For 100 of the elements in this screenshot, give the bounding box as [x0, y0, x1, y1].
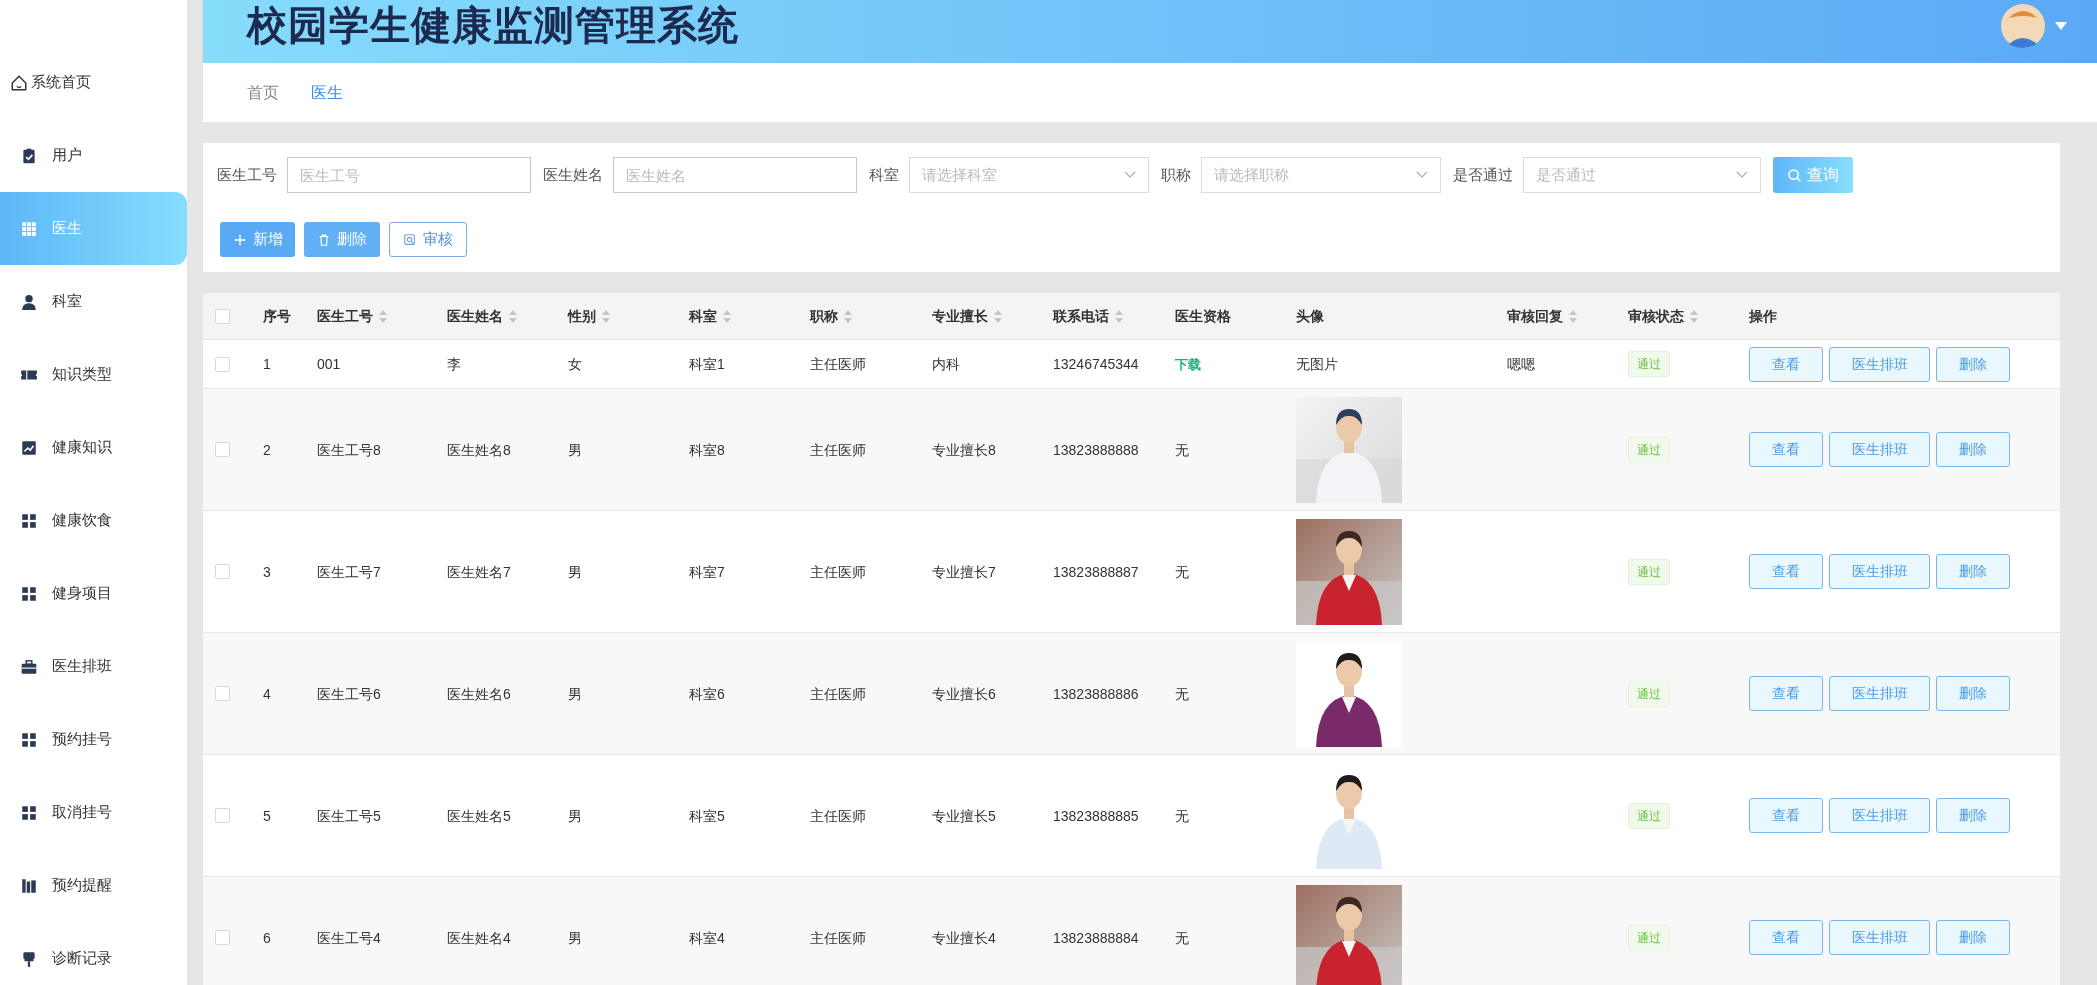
sort-icon[interactable]	[1115, 309, 1123, 323]
sort-icon[interactable]	[1569, 309, 1577, 323]
table-action-button[interactable]: 查看	[1749, 920, 1823, 955]
field-label: 职称	[1161, 164, 1191, 185]
breadcrumb-link[interactable]: 医生	[311, 80, 343, 105]
sort-icon[interactable]	[723, 309, 731, 323]
column-header[interactable]: 职称	[810, 305, 852, 327]
sidebar-item[interactable]: 健康饮食	[0, 484, 187, 557]
caret-icon[interactable]	[2055, 22, 2067, 30]
table-action-button[interactable]: 删除	[1936, 676, 2010, 711]
table-cell: 科室6	[689, 685, 725, 702]
checkbox[interactable]	[215, 930, 230, 945]
table-action-button[interactable]: 查看	[1749, 676, 1823, 711]
sidebar-item[interactable]: 医生	[0, 192, 187, 265]
table-cell: 医生工号5	[317, 807, 381, 824]
column-header[interactable]: 专业擅长	[932, 305, 1002, 327]
checkbox[interactable]	[215, 356, 230, 372]
select-field[interactable]: 是否通过	[1523, 157, 1761, 193]
table-cell: 医生姓名4	[447, 929, 511, 946]
chevron-down-icon	[1416, 171, 1428, 179]
checkbox[interactable]	[215, 308, 230, 324]
column-header[interactable]: 科室	[689, 305, 731, 327]
delete-button[interactable]: 删除	[304, 222, 380, 257]
table-action-button[interactable]: 删除	[1936, 798, 2010, 833]
table-action-button[interactable]: 查看	[1749, 432, 1823, 467]
status-tag: 通过	[1628, 351, 1670, 377]
sidebar-item[interactable]: 知识类型	[0, 338, 187, 411]
sidebar-item[interactable]: 用户	[0, 119, 187, 192]
table-cell: 5	[263, 807, 271, 824]
table-cell: 医生姓名5	[447, 807, 511, 824]
grid-icon	[20, 219, 38, 238]
sidebar-item[interactable]: 取消挂号	[0, 776, 187, 849]
avatar-icon[interactable]	[2001, 4, 2045, 48]
table-cell: 主任医师	[810, 685, 866, 702]
table-cell: 嗯嗯	[1507, 356, 1535, 372]
table-action-button[interactable]: 医生排班	[1829, 346, 1930, 382]
checkbox[interactable]	[215, 564, 230, 579]
sidebar-item[interactable]: 科室	[0, 265, 187, 338]
column-header[interactable]: 性别	[568, 305, 610, 327]
table-cell: 无图片	[1296, 356, 1338, 372]
table-action-button[interactable]: 删除	[1936, 346, 2010, 382]
apps-icon	[20, 511, 38, 530]
table-action-button[interactable]: 医生排班	[1829, 676, 1930, 711]
table-action-button[interactable]: 查看	[1749, 346, 1823, 382]
table-cell: 科室1	[689, 356, 725, 372]
apps-icon	[20, 730, 38, 749]
pin-icon	[20, 949, 38, 968]
table-cell: 主任医师	[810, 563, 866, 580]
table-cell: 无	[1175, 563, 1189, 580]
table-action-button[interactable]: 医生排班	[1829, 920, 1930, 955]
input-field[interactable]: 医生工号	[287, 157, 531, 193]
table-cell: 科室5	[689, 807, 725, 824]
download-link[interactable]: 下载	[1175, 357, 1201, 372]
table-cell: 3	[263, 563, 271, 580]
column-header[interactable]: 医生工号	[317, 305, 387, 327]
sidebar-item[interactable]: 预约提醒	[0, 849, 187, 922]
sidebar-item[interactable]: 医生排班	[0, 630, 187, 703]
checkbox[interactable]	[215, 442, 230, 457]
review-button[interactable]: 审核	[389, 222, 467, 257]
table-cell: 13246745344	[1053, 356, 1139, 372]
column-header[interactable]: 医生姓名	[447, 305, 517, 327]
checkbox[interactable]	[215, 808, 230, 823]
sort-icon[interactable]	[1690, 309, 1698, 323]
table-cell: 女	[568, 356, 582, 372]
table-action-button[interactable]: 删除	[1936, 554, 2010, 589]
table-action-button[interactable]: 医生排班	[1829, 554, 1930, 589]
column-header[interactable]: 审核状态	[1628, 305, 1698, 327]
sidebar-item[interactable]: 诊断记录	[0, 922, 187, 985]
sort-icon[interactable]	[602, 309, 610, 323]
table-cell: 13823888885	[1053, 807, 1139, 824]
column-header[interactable]: 联系电话	[1053, 305, 1123, 327]
status-tag: 通过	[1628, 802, 1670, 829]
column-header[interactable]: 审核回复	[1507, 305, 1577, 327]
table-action-button[interactable]: 医生排班	[1829, 432, 1930, 467]
table-cell: 男	[568, 685, 582, 702]
table-cell: 无	[1175, 685, 1189, 702]
apps-icon	[20, 584, 38, 603]
select-field[interactable]: 请选择职称	[1201, 157, 1441, 193]
sidebar-item[interactable]: 预约挂号	[0, 703, 187, 776]
search-button[interactable]: 查询	[1773, 157, 1853, 193]
breadcrumb-link[interactable]: 首页	[247, 80, 279, 105]
checkbox[interactable]	[215, 686, 230, 701]
select-field[interactable]: 请选择科室	[909, 157, 1149, 193]
table-action-button[interactable]: 查看	[1749, 554, 1823, 589]
table-action-button[interactable]: 查看	[1749, 798, 1823, 833]
briefcase-icon	[20, 657, 38, 676]
input-field[interactable]: 医生姓名	[613, 157, 857, 193]
sort-icon[interactable]	[379, 309, 387, 323]
add-button[interactable]: 新增	[220, 222, 295, 257]
sort-icon[interactable]	[994, 309, 1002, 323]
sort-icon[interactable]	[844, 309, 852, 323]
sidebar-item[interactable]: 健身项目	[0, 557, 187, 630]
column-header: 医生资格	[1175, 306, 1231, 326]
table-action-button[interactable]: 删除	[1936, 920, 2010, 955]
sort-icon[interactable]	[509, 309, 517, 323]
table-cell: 医生工号8	[317, 441, 381, 458]
table-action-button[interactable]: 删除	[1936, 432, 2010, 467]
table-action-button[interactable]: 医生排班	[1829, 798, 1930, 833]
sidebar-item[interactable]: 健康知识	[0, 411, 187, 484]
sidebar-item[interactable]: 系统首页	[0, 46, 187, 119]
